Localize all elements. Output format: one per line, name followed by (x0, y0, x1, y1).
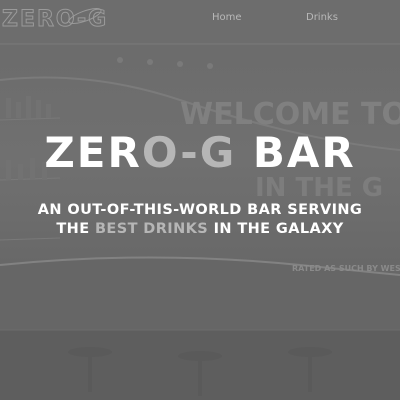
nav-home-link[interactable]: Home (212, 12, 242, 23)
hero-title-accent: O-G (141, 128, 237, 177)
nav-drinks-link[interactable]: Drinks (306, 12, 338, 23)
zero-g-logo[interactable]: ZERO-G (2, 6, 126, 31)
wall-caption: RATED AS SUCH BY WESTWO (292, 264, 400, 273)
hero-title: ZERO-G BAR (0, 128, 400, 177)
hero-background-image: WELCOME TO T IN THE G RATED AS SUCH BY W… (0, 0, 400, 400)
tagline-post: IN THE GALAXY (208, 221, 344, 237)
wall-sign-line2: IN THE G (255, 173, 383, 203)
hero-title-main: ZER (44, 128, 142, 177)
wall-sign-line1: WELCOME TO T (180, 97, 400, 132)
hero-section: WELCOME TO T IN THE G RATED AS SUCH BY W… (0, 0, 400, 400)
hero-title-end: BAR (236, 128, 356, 177)
hero-tagline: AN OUT-OF-THIS-WORLD BAR SERVING THE BES… (20, 201, 380, 239)
tagline-accent: BEST DRINKS (94, 221, 209, 237)
top-nav: ZERO-G Home Drinks (0, 0, 400, 38)
